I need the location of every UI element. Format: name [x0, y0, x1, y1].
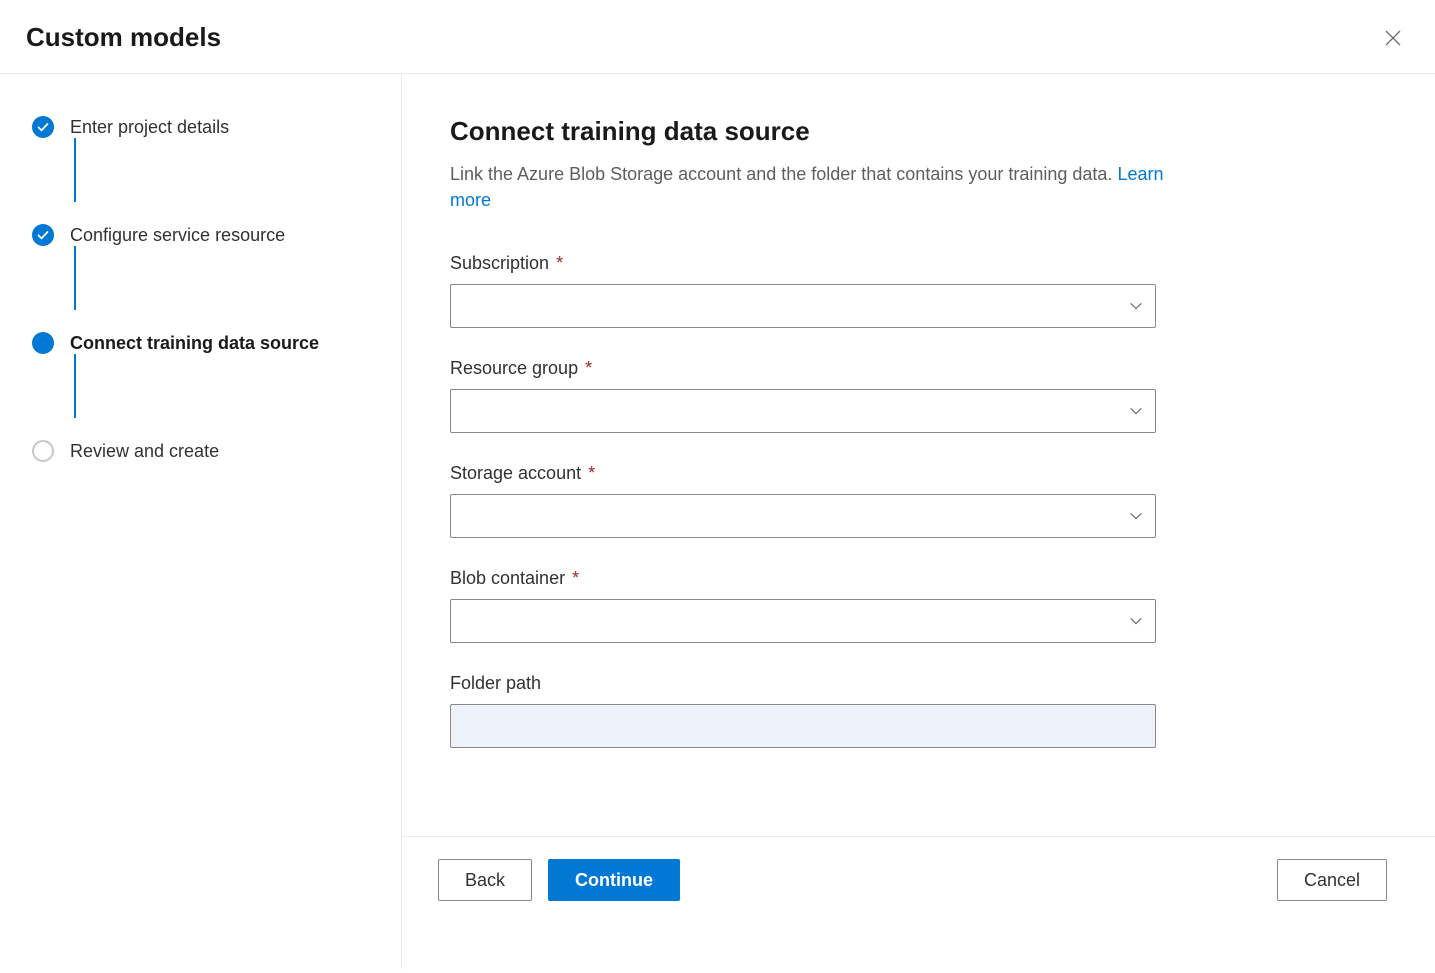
description-text: Link the Azure Blob Storage account and …: [450, 164, 1117, 184]
wizard-sidebar: Enter project details Configure service …: [0, 74, 402, 969]
required-marker: *: [556, 253, 563, 273]
step-connector: [74, 354, 76, 418]
step-configure-service-resource[interactable]: Configure service resource: [32, 224, 381, 246]
step-label: Configure service resource: [70, 224, 285, 246]
blob-container-field: Blob container *: [450, 568, 1387, 643]
step-connector: [74, 138, 76, 202]
close-button[interactable]: [1379, 24, 1407, 52]
subscription-select[interactable]: [450, 284, 1156, 328]
step-indicator-completed: [32, 116, 54, 138]
folder-path-field: Folder path: [450, 673, 1387, 748]
continue-button[interactable]: Continue: [548, 859, 680, 901]
main-title: Connect training data source: [450, 116, 1387, 147]
storage-account-field: Storage account *: [450, 463, 1387, 538]
storage-account-label: Storage account *: [450, 463, 1387, 484]
cancel-button[interactable]: Cancel: [1277, 859, 1387, 901]
folder-path-label: Folder path: [450, 673, 1387, 694]
required-marker: *: [572, 568, 579, 588]
wizard-footer: Back Continue Cancel: [402, 836, 1435, 901]
required-marker: *: [585, 358, 592, 378]
step-connect-training-data-source[interactable]: Connect training data source: [32, 332, 381, 354]
step-indicator-pending: [32, 440, 54, 462]
step-label: Review and create: [70, 440, 219, 462]
resource-group-select[interactable]: [450, 389, 1156, 433]
storage-account-select[interactable]: [450, 494, 1156, 538]
step-enter-project-details[interactable]: Enter project details: [32, 116, 381, 138]
checkmark-icon: [37, 121, 49, 133]
required-marker: *: [588, 463, 595, 483]
chevron-down-icon: [1129, 614, 1143, 628]
chevron-down-icon: [1129, 509, 1143, 523]
step-label: Connect training data source: [70, 332, 319, 354]
subscription-label: Subscription *: [450, 253, 1387, 274]
step-indicator-completed: [32, 224, 54, 246]
subscription-field: Subscription *: [450, 253, 1387, 328]
page-header: Custom models: [0, 0, 1435, 74]
main-content: Connect training data source Link the Az…: [402, 74, 1435, 969]
chevron-down-icon: [1129, 404, 1143, 418]
close-icon: [1385, 30, 1401, 46]
back-button[interactable]: Back: [438, 859, 532, 901]
resource-group-label: Resource group *: [450, 358, 1387, 379]
step-indicator-current: [32, 332, 54, 354]
main-description: Link the Azure Blob Storage account and …: [450, 161, 1170, 213]
step-connector: [74, 246, 76, 310]
checkmark-icon: [37, 229, 49, 241]
blob-container-select[interactable]: [450, 599, 1156, 643]
chevron-down-icon: [1129, 299, 1143, 313]
page-title: Custom models: [26, 22, 221, 53]
step-label: Enter project details: [70, 116, 229, 138]
step-review-and-create[interactable]: Review and create: [32, 440, 381, 462]
blob-container-label: Blob container *: [450, 568, 1387, 589]
folder-path-input[interactable]: [450, 704, 1156, 748]
resource-group-field: Resource group *: [450, 358, 1387, 433]
